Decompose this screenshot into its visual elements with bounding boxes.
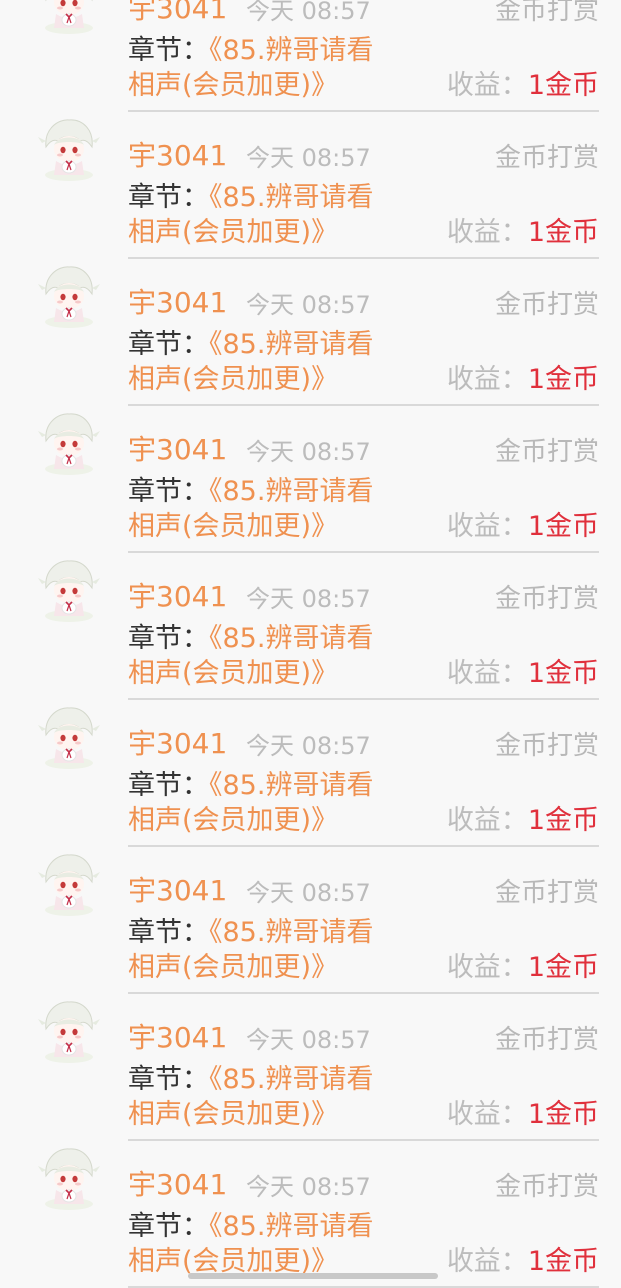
chapter-label: 章节： [128, 1211, 209, 1242]
reward-record-list[interactable]: 宇3041 今天 08:57 金币打赏 章节：《85.辨哥请看 相声(会员加更)… [0, 0, 621, 1288]
reward-type: 金币打赏 [494, 0, 599, 26]
chapter-label: 章节： [128, 329, 209, 360]
chapter-title-link[interactable]: 《85.辨哥请看 [209, 35, 373, 66]
reward-time: 今天 08:57 [246, 879, 371, 907]
chapter-row: 章节：《85.辨哥请看 [128, 34, 373, 68]
reward-record-item[interactable]: 宇3041 今天 08:57 金币打赏 章节：《85.辨哥请看 相声(会员加更)… [0, 669, 621, 847]
reward-type: 金币打赏 [494, 731, 599, 761]
reward-type: 金币打赏 [494, 143, 599, 173]
reward-type: 金币打赏 [494, 878, 599, 908]
chapter-title-link[interactable]: 《85.辨哥请看 [209, 1064, 373, 1095]
reward-type: 金币打赏 [494, 584, 599, 614]
reward-time: 今天 08:57 [246, 0, 371, 25]
reward-time: 今天 08:57 [246, 1173, 371, 1201]
chapter-row: 章节：《85.辨哥请看 [128, 1210, 373, 1244]
anime-girl-avatar-icon[interactable] [36, 0, 102, 36]
reward-type: 金币打赏 [494, 1025, 599, 1055]
username-link[interactable]: 宇3041 [128, 727, 227, 761]
reward-record-item[interactable]: 宇3041 今天 08:57 金币打赏 章节：《85.辨哥请看 相声(会员加更)… [0, 375, 621, 553]
reward-type: 金币打赏 [494, 1172, 599, 1202]
reward-time: 今天 08:57 [246, 144, 371, 172]
anime-girl-avatar-icon[interactable] [36, 264, 102, 330]
anime-girl-avatar-icon[interactable] [36, 999, 102, 1065]
chapter-title-link[interactable]: 《85.辨哥请看 [209, 476, 373, 507]
reward-time: 今天 08:57 [246, 1026, 371, 1054]
chapter-title-link[interactable]: 《85.辨哥请看 [209, 623, 373, 654]
reward-record-item[interactable]: 宇3041 今天 08:57 金币打赏 章节：《85.辨哥请看 相声(会员加更)… [0, 816, 621, 994]
username-link[interactable]: 宇3041 [128, 1021, 227, 1055]
reward-time: 今天 08:57 [246, 438, 371, 466]
chapter-row: 章节：《85.辨哥请看 [128, 475, 373, 509]
chapter-label: 章节： [128, 182, 209, 213]
chapter-row: 章节：《85.辨哥请看 [128, 622, 373, 656]
username-link[interactable]: 宇3041 [128, 139, 227, 173]
reward-record-item[interactable]: 宇3041 今天 08:57 金币打赏 章节：《85.辨哥请看 相声(会员加更)… [0, 1110, 621, 1288]
username-link[interactable]: 宇3041 [128, 874, 227, 908]
chapter-title-link[interactable]: 《85.辨哥请看 [209, 182, 373, 213]
chapter-label: 章节： [128, 35, 209, 66]
earnings-value: 1金币 [527, 1246, 599, 1277]
reward-record-item[interactable]: 宇3041 今天 08:57 金币打赏 章节：《85.辨哥请看 相声(会员加更)… [0, 963, 621, 1141]
username-link[interactable]: 宇3041 [128, 1168, 227, 1202]
chapter-title-link[interactable]: 《85.辨哥请看 [209, 917, 373, 948]
chapter-label: 章节： [128, 1064, 209, 1095]
chapter-row: 章节：《85.辨哥请看 [128, 916, 373, 950]
username-link[interactable]: 宇3041 [128, 580, 227, 614]
reward-time: 今天 08:57 [246, 585, 371, 613]
chapter-row: 章节：《85.辨哥请看 [128, 181, 373, 215]
reward-time: 今天 08:57 [246, 291, 371, 319]
earnings-row: 收益：1金币 [447, 1245, 599, 1279]
chapter-title-link[interactable]: 《85.辨哥请看 [209, 329, 373, 360]
reward-type: 金币打赏 [494, 437, 599, 467]
anime-girl-avatar-icon[interactable] [36, 558, 102, 624]
anime-girl-avatar-icon[interactable] [36, 117, 102, 183]
chapter-title-link[interactable]: 《85.辨哥请看 [209, 770, 373, 801]
username-link[interactable]: 宇3041 [128, 433, 227, 467]
chapter-title-link[interactable]: 《85.辨哥请看 [209, 1211, 373, 1242]
anime-girl-avatar-icon[interactable] [36, 852, 102, 918]
chapter-label: 章节： [128, 917, 209, 948]
chapter-row: 章节：《85.辨哥请看 [128, 1063, 373, 1097]
anime-girl-avatar-icon[interactable] [36, 705, 102, 771]
chapter-row: 章节：《85.辨哥请看 [128, 328, 373, 362]
reward-record-item[interactable]: 宇3041 今天 08:57 金币打赏 章节：《85.辨哥请看 相声(会员加更)… [0, 0, 621, 112]
chapter-label: 章节： [128, 623, 209, 654]
chapter-label: 章节： [128, 770, 209, 801]
chapter-row: 章节：《85.辨哥请看 [128, 769, 373, 803]
anime-girl-avatar-icon[interactable] [36, 411, 102, 477]
chapter-label: 章节： [128, 476, 209, 507]
reward-time: 今天 08:57 [246, 732, 371, 760]
home-indicator [188, 1273, 438, 1279]
username-link[interactable]: 宇3041 [128, 286, 227, 320]
anime-girl-avatar-icon[interactable] [36, 1146, 102, 1212]
reward-record-item[interactable]: 宇3041 今天 08:57 金币打赏 章节：《85.辨哥请看 相声(会员加更)… [0, 522, 621, 700]
reward-record-item[interactable]: 宇3041 今天 08:57 金币打赏 章节：《85.辨哥请看 相声(会员加更)… [0, 228, 621, 406]
username-link[interactable]: 宇3041 [128, 0, 227, 26]
earnings-label: 收益： [446, 1246, 528, 1277]
reward-type: 金币打赏 [494, 290, 599, 320]
reward-record-item[interactable]: 宇3041 今天 08:57 金币打赏 章节：《85.辨哥请看 相声(会员加更)… [0, 81, 621, 259]
